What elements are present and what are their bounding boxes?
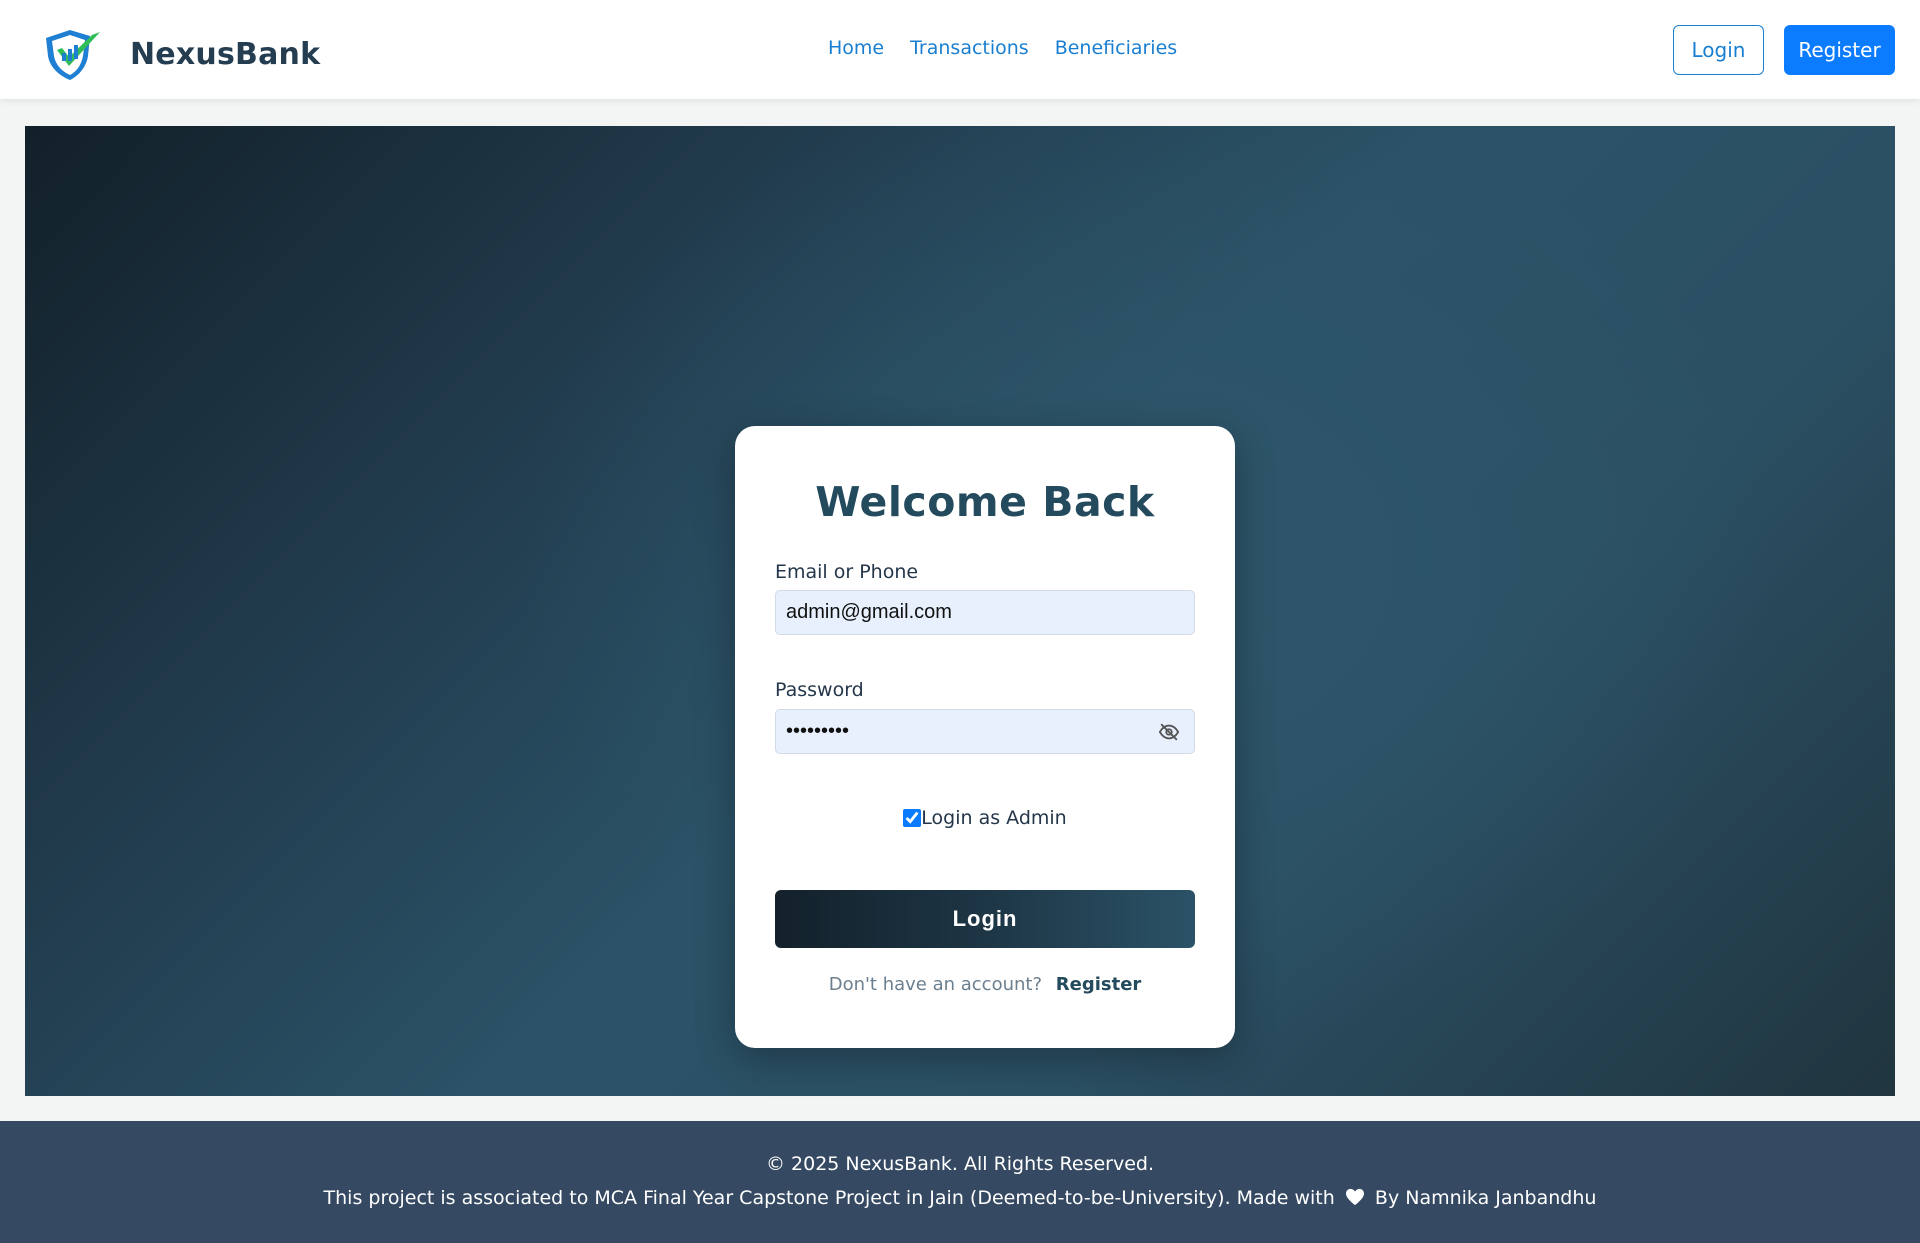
admin-checkbox-row[interactable]: Login as Admin bbox=[735, 807, 1235, 829]
footer-project-text: This project is associated to MCA Final … bbox=[323, 1187, 1335, 1209]
login-title: Welcome Back bbox=[815, 478, 1155, 526]
login-submit-button[interactable]: Login bbox=[775, 890, 1195, 948]
eye-off-icon[interactable] bbox=[1158, 721, 1180, 743]
nav-link-home[interactable]: Home bbox=[828, 37, 884, 59]
admin-checkbox[interactable] bbox=[903, 809, 922, 827]
nav-link-beneficiaries[interactable]: Beneficiaries bbox=[1055, 37, 1177, 59]
heart-icon bbox=[1345, 1188, 1364, 1206]
register-prompt: Don't have an account? Register bbox=[735, 974, 1235, 995]
nav-links: Home Transactions Beneficiaries bbox=[828, 37, 1177, 59]
nav-login-button[interactable]: Login bbox=[1673, 25, 1764, 75]
password-field[interactable] bbox=[775, 709, 1195, 754]
email-label: Email or Phone bbox=[775, 561, 919, 583]
footer-author-text: By Namnika Janbandhu bbox=[1374, 1187, 1597, 1209]
register-link[interactable]: Register bbox=[1056, 974, 1142, 995]
footer-project-line: This project is associated to MCA Final … bbox=[0, 1187, 1920, 1209]
footer: © 2025 NexusBank. All Rights Reserved. T… bbox=[0, 1121, 1920, 1243]
admin-checkbox-label: Login as Admin bbox=[921, 807, 1067, 829]
shield-check-icon bbox=[46, 30, 100, 80]
brand-name: NexusBank bbox=[130, 36, 321, 72]
navbar: NexusBank Home Transactions Beneficiarie… bbox=[0, 0, 1920, 99]
nav-register-button[interactable]: Register bbox=[1784, 25, 1895, 75]
no-account-text: Don't have an account? bbox=[828, 974, 1043, 995]
login-card: Welcome Back Email or Phone Password Log… bbox=[735, 426, 1235, 1048]
nav-link-transactions[interactable]: Transactions bbox=[910, 37, 1029, 59]
password-label: Password bbox=[775, 679, 864, 701]
brand[interactable]: NexusBank bbox=[40, 26, 320, 82]
footer-copyright: © 2025 NexusBank. All Rights Reserved. bbox=[765, 1153, 1155, 1175]
hero-section: Welcome Back Email or Phone Password Log… bbox=[25, 126, 1895, 1096]
email-field[interactable] bbox=[775, 590, 1195, 635]
